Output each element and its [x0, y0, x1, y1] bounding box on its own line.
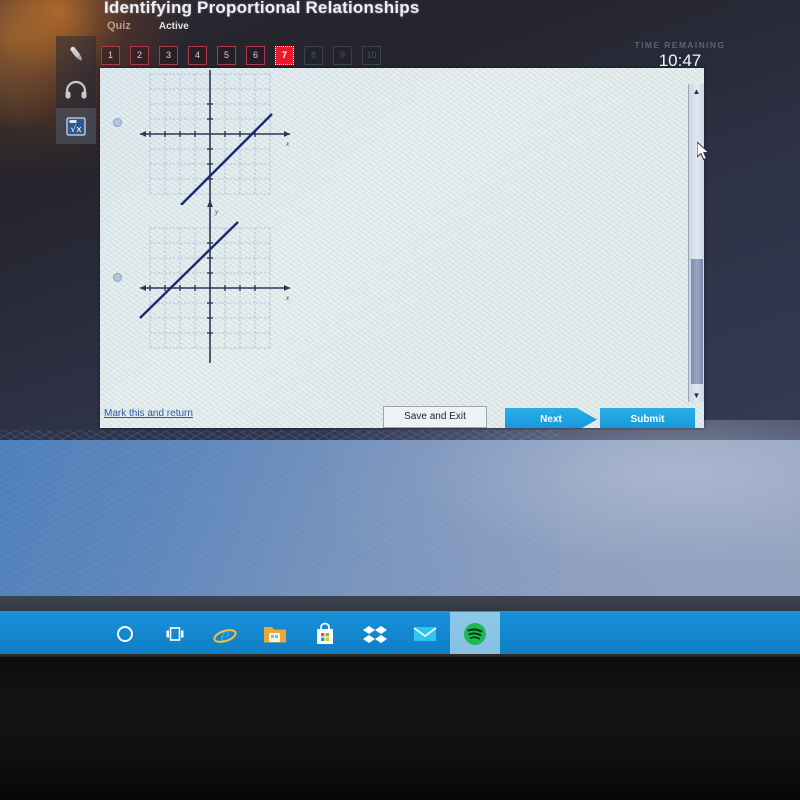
question-nav-item[interactable]: 2 — [130, 46, 149, 65]
radio-button-option-b[interactable] — [113, 273, 122, 282]
screen-glare — [330, 420, 800, 595]
spotify-icon[interactable] — [450, 612, 500, 656]
next-button[interactable]: Next — [505, 408, 597, 428]
envelope-icon — [413, 627, 437, 641]
laptop-photo: Identifying Proportional Relationships Q… — [0, 0, 800, 800]
spotify-waves-icon — [464, 623, 486, 645]
y-axis-label-b: y — [214, 208, 219, 216]
laptop-screen: Identifying Proportional Relationships Q… — [0, 0, 800, 660]
quiz-status-badge: Active — [158, 21, 189, 32]
headphones-icon — [65, 80, 87, 99]
question-nav-item[interactable]: 1 — [101, 46, 120, 65]
calculator-icon: √x — [66, 117, 86, 136]
mail-icon[interactable] — [400, 612, 450, 656]
windows-taskbar[interactable]: e — [0, 611, 800, 657]
answer-option-a[interactable]: x — [100, 68, 330, 208]
microsoft-store-icon[interactable] — [300, 612, 350, 656]
save-and-exit-button[interactable]: Save and Exit — [383, 406, 487, 428]
file-explorer-icon[interactable] — [250, 612, 300, 656]
cortana-icon[interactable] — [100, 612, 150, 656]
quiz-action-bar: Mark this and return Save and Exit Next … — [100, 384, 704, 428]
ie-e-icon: e — [213, 623, 237, 646]
timer-label: TIME REMAINING — [634, 40, 726, 50]
folder-icon — [264, 627, 286, 643]
question-nav-item[interactable]: 4 — [188, 46, 207, 65]
vertical-scrollbar[interactable]: ▲ ▼ — [688, 84, 704, 402]
laptop-bezel: hp — [0, 657, 800, 800]
mouse-cursor — [697, 142, 710, 161]
quiz-status-bar: Quiz Active — [107, 20, 189, 32]
pencil-tool[interactable] — [56, 36, 96, 72]
answer-option-b[interactable]: x y — [100, 198, 330, 368]
chevron-up-icon: ▲ — [692, 86, 701, 96]
question-nav-item-current[interactable]: 7 — [275, 46, 294, 65]
timer: TIME REMAINING 10:47 — [610, 40, 750, 71]
question-nav-item-disabled: 8 — [304, 46, 323, 65]
dropbox-boxes-icon — [363, 626, 387, 643]
audio-tool[interactable] — [56, 72, 96, 108]
question-nav-item-disabled: 10 — [362, 46, 381, 65]
cortana-circle-icon — [117, 626, 133, 642]
task-view-glyph-icon — [166, 627, 184, 641]
radio-button-option-a[interactable] — [113, 118, 122, 127]
x-axis-label-a: x — [285, 140, 290, 148]
graph-option-a: x — [140, 70, 290, 205]
dropbox-icon[interactable] — [350, 612, 400, 656]
graph-option-b: x y — [139, 200, 290, 363]
x-axis-label-b: x — [285, 294, 290, 302]
question-nav-item[interactable]: 3 — [159, 46, 178, 65]
internet-explorer-icon[interactable]: e — [200, 612, 250, 656]
submit-button[interactable]: Submit — [600, 408, 695, 428]
scrollbar-thumb[interactable] — [691, 259, 703, 384]
question-nav[interactable]: 1 2 3 4 5 6 7 8 9 10 — [101, 46, 381, 65]
page-title: Identifying Proportional Relationships — [104, 0, 420, 17]
svg-text:√x: √x — [70, 124, 82, 135]
tool-rail: √x — [56, 36, 96, 144]
quiz-content-panel: x x y ▲ ▼ Mark this and return Save and … — [100, 68, 704, 428]
task-view-icon[interactable] — [150, 612, 200, 656]
question-options: x x y — [100, 68, 680, 378]
mark-this-and-return-link[interactable]: Mark this and return — [104, 408, 193, 419]
question-nav-item[interactable]: 5 — [217, 46, 236, 65]
pencil-icon — [70, 46, 82, 61]
scroll-up-button[interactable]: ▲ — [689, 84, 704, 98]
store-bag-icon — [317, 622, 333, 644]
quiz-label: Quiz — [107, 20, 131, 32]
calculator-tool[interactable]: √x — [56, 108, 96, 144]
question-nav-item-disabled: 9 — [333, 46, 352, 65]
question-nav-item[interactable]: 6 — [246, 46, 265, 65]
